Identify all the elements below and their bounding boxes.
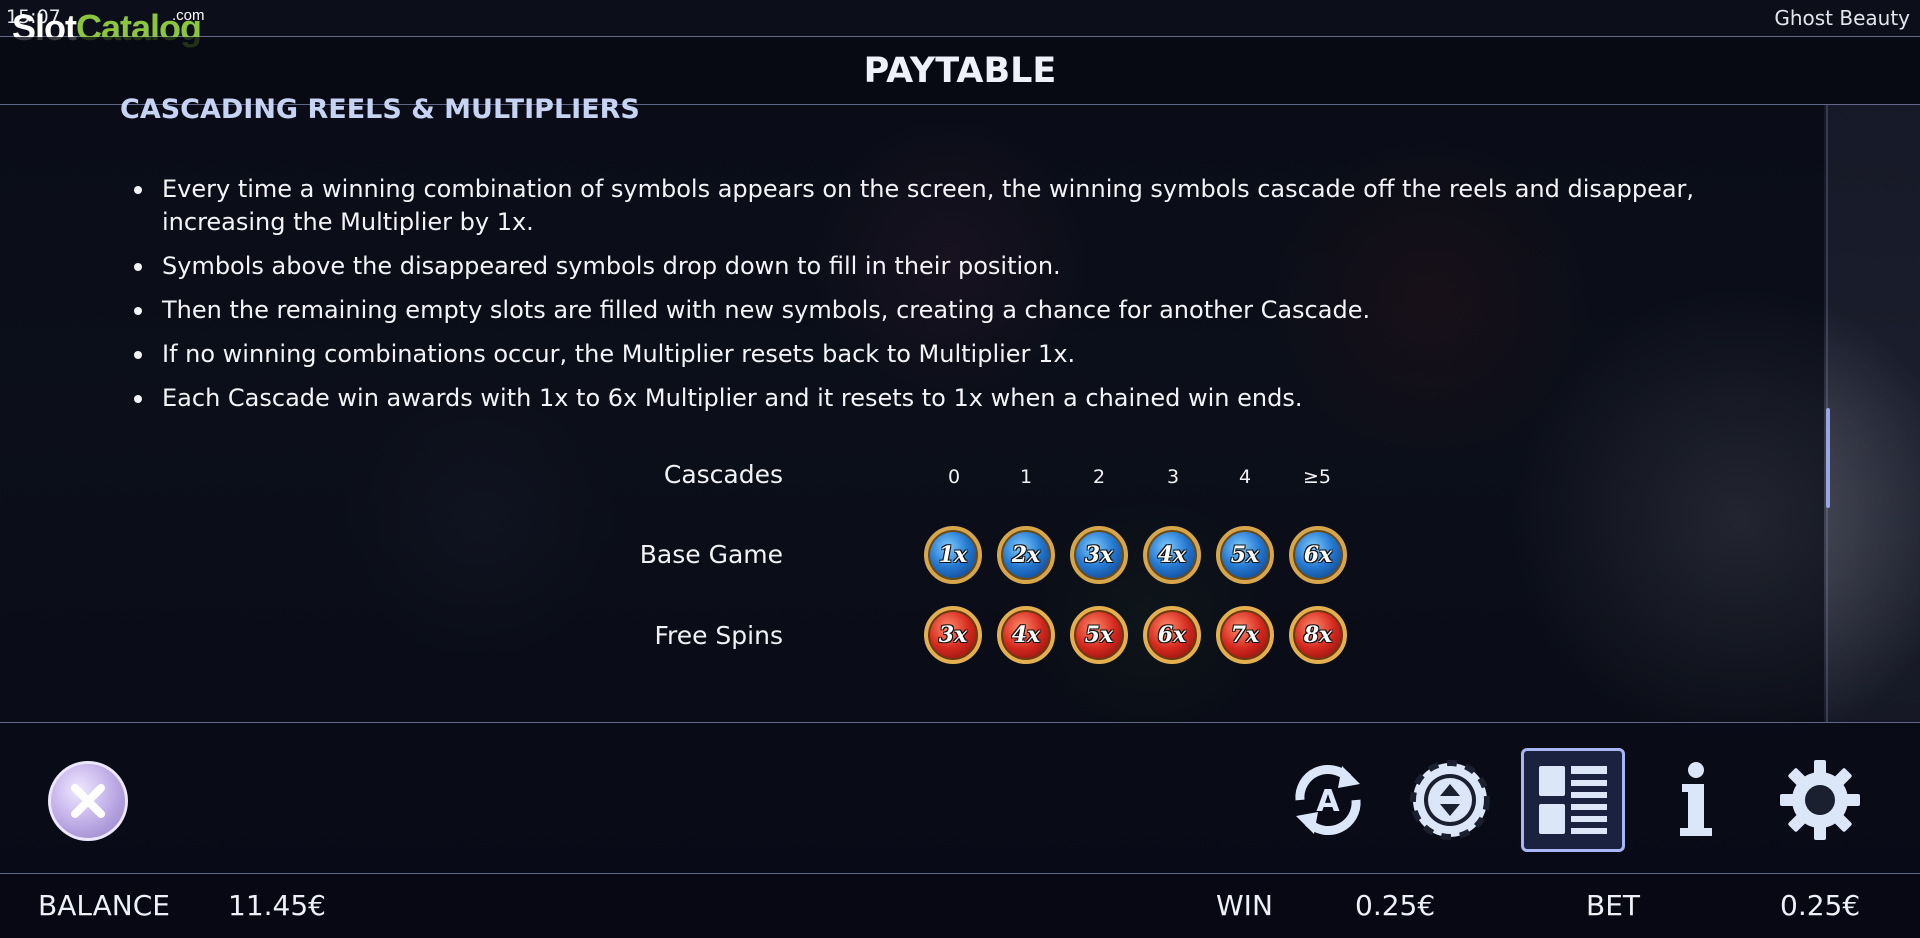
rule-item: Each Cascade win awards with 1x to 6x Mu… — [130, 382, 1810, 415]
balance-bar: BALANCE 11.45€ WIN 0.25€ BET 0.25€ — [0, 873, 1920, 938]
paytable-button[interactable] — [1521, 748, 1625, 852]
settings-button[interactable] — [1768, 748, 1872, 852]
balance-label: BALANCE — [38, 889, 170, 922]
bet-button[interactable] — [1398, 748, 1502, 852]
rule-item: Every time a winning combination of symb… — [130, 173, 1810, 239]
cascade-count: 2 — [1092, 466, 1106, 488]
freespin-multiplier-coin: 7x — [1216, 606, 1274, 664]
rule-item: Then the remaining empty slots are fille… — [130, 294, 1810, 327]
base-multiplier-coin: 4x — [1143, 526, 1201, 584]
freespin-multiplier-coin: 4x — [997, 606, 1055, 664]
freespin-multiplier-coin: 8x — [1289, 606, 1347, 664]
base-multiplier-coin: 1x — [924, 526, 982, 584]
freespin-multiplier-coin: 5x — [1070, 606, 1128, 664]
win-value: 0.25€ — [1355, 889, 1436, 922]
rule-item: If no winning combinations occur, the Mu… — [130, 338, 1810, 371]
cascades-label: Cascades — [663, 460, 783, 489]
close-button[interactable] — [48, 761, 128, 841]
menu-toolbar: A — [0, 722, 1920, 873]
autoplay-a-icon: A — [1295, 764, 1361, 836]
win-label: WIN — [1216, 889, 1273, 922]
base-multiplier-coin: 3x — [1070, 526, 1128, 584]
base-multiplier-coin: 5x — [1216, 526, 1274, 584]
freespin-multiplier-coin: 3x — [924, 606, 982, 664]
rule-item: Symbols above the disappeared symbols dr… — [130, 250, 1810, 283]
balance-value: 11.45€ — [228, 889, 326, 922]
status-bar: 15:07 SlotCatalog .com Ghost Beauty — [0, 0, 1920, 46]
rules-list: Every time a winning combination of symb… — [130, 173, 1810, 426]
logo-com-text: .com — [172, 7, 205, 24]
game-title: Ghost Beauty — [1774, 6, 1910, 30]
base-multiplier-coin: 2x — [997, 526, 1055, 584]
section-title: CASCADING REELS & MULTIPLIERS — [120, 94, 640, 125]
paytable-list-icon — [1539, 766, 1607, 834]
gear-icon — [1780, 760, 1860, 840]
cascade-count: 4 — [1238, 466, 1252, 488]
free-spins-label: Free Spins — [654, 621, 783, 650]
autoplay-button[interactable]: A — [1276, 748, 1380, 852]
paytable-content: CASCADING REELS & MULTIPLIERS Every time… — [0, 94, 1824, 722]
close-x-icon — [71, 784, 105, 818]
chip-bet-icon — [1410, 760, 1490, 840]
svg-text:A: A — [1316, 784, 1340, 819]
cascade-count: ≥5 — [1302, 466, 1331, 488]
scrollbar-thumb[interactable] — [1826, 408, 1830, 508]
base-multiplier-coin: 6x — [1289, 526, 1347, 584]
freespin-multiplier-coin: 6x — [1143, 606, 1201, 664]
bet-value: 0.25€ — [1780, 889, 1861, 922]
info-button[interactable] — [1644, 748, 1748, 852]
cascade-count: 1 — [1019, 466, 1033, 488]
page-title: PAYTABLE — [863, 51, 1057, 91]
info-i-icon — [1680, 762, 1712, 836]
base-game-label: Base Game — [639, 540, 783, 569]
cascade-count: 0 — [947, 466, 961, 488]
cascade-count: 3 — [1166, 466, 1180, 488]
bet-label: BET — [1586, 889, 1641, 922]
